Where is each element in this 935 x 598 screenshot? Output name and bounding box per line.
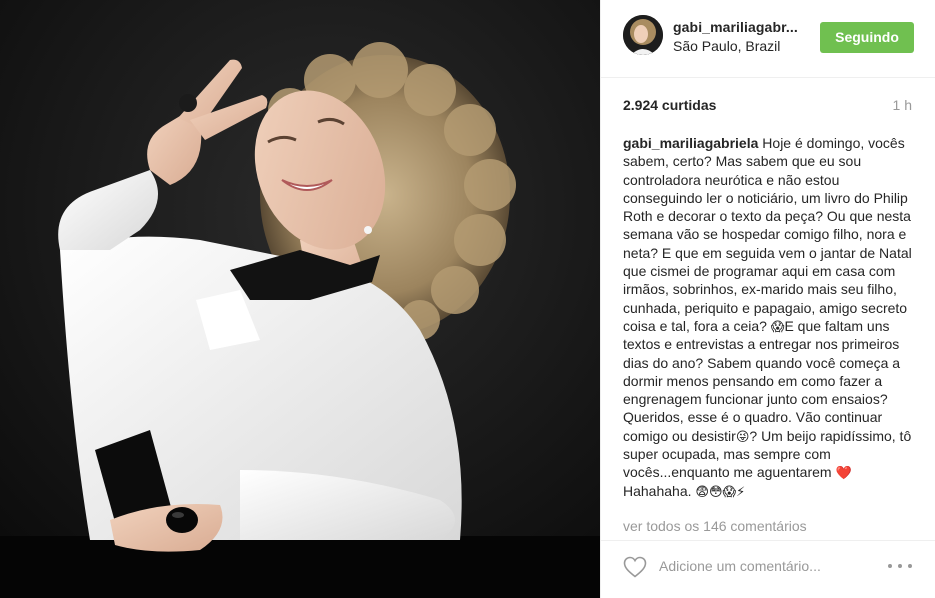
post-stats: 2.924 curtidas 1 h (601, 78, 935, 128)
post-photo-illustration (0, 0, 600, 598)
avatar-image (623, 15, 663, 55)
add-comment-input[interactable] (659, 554, 879, 578)
post-time[interactable]: 1 h (893, 97, 912, 113)
caption-author-link[interactable]: gabi_mariliagabriela (623, 135, 758, 151)
post-header: gabi_mariliagabr... São Paulo, Brazil Se… (601, 0, 935, 78)
caption-text-2: E que faltam uns textos e entrevistas a … (623, 317, 901, 444)
reaction-emojis-icon: 😨😳😱⚡ (695, 484, 746, 500)
more-dot (908, 564, 912, 568)
following-button[interactable]: Seguindo (820, 22, 914, 53)
more-dot (898, 564, 902, 568)
caption-text-1: Hoje é domingo, vocês sabem, certo? Mas … (623, 135, 912, 334)
avatar[interactable] (623, 15, 663, 55)
caption-container: gabi_mariliagabriela Hoje é domingo, voc… (623, 134, 919, 532)
location-link[interactable]: São Paulo, Brazil (673, 38, 780, 54)
more-options-icon[interactable] (888, 564, 912, 570)
post-photo[interactable] (0, 0, 600, 598)
post-sidebar: gabi_mariliagabr... São Paulo, Brazil Se… (600, 0, 935, 598)
post-footer (601, 540, 935, 598)
more-dot (888, 564, 892, 568)
username-link[interactable]: gabi_mariliagabr... (673, 19, 798, 35)
caption: gabi_mariliagabriela Hoje é domingo, voc… (623, 134, 919, 500)
view-all-comments-link[interactable]: ver todos os 146 comentários (623, 518, 807, 534)
heart-outline-icon[interactable] (623, 556, 647, 578)
red-heart-emoji-icon: ❤️ (835, 466, 852, 482)
caption-text-4: Hahahaha. (623, 482, 692, 499)
instagram-post: gabi_mariliagabr... São Paulo, Brazil Se… (0, 0, 935, 598)
scream-emoji-icon: 😱 (770, 319, 785, 335)
wink-tongue-emoji-icon: 😜 (735, 429, 750, 445)
likes-count[interactable]: 2.924 curtidas (623, 97, 716, 113)
